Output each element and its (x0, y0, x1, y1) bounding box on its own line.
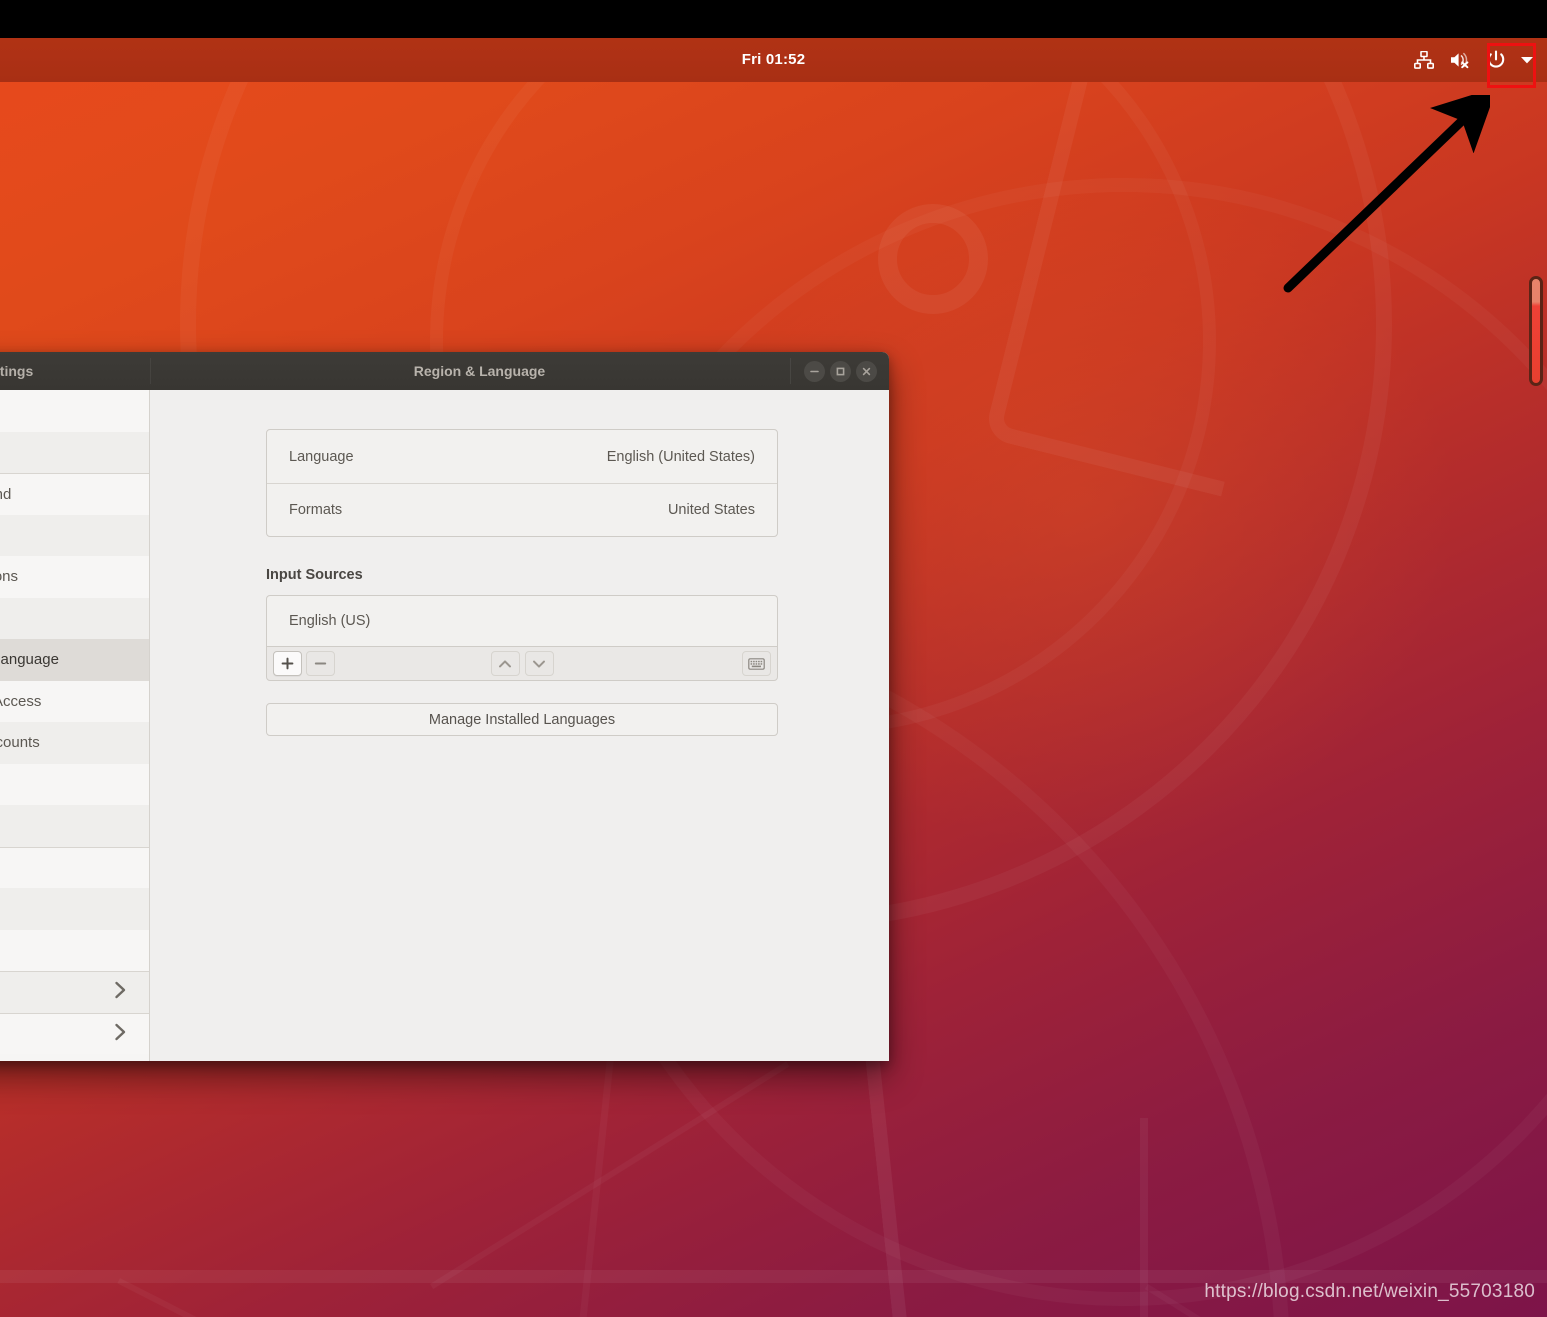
formats-label: Formats (289, 502, 343, 518)
watermark: https://blog.csdn.net/weixin_55703180 (1204, 1281, 1535, 1302)
power-menu-highlight (1487, 43, 1536, 88)
manage-installed-languages-button[interactable]: Manage Installed Languages (266, 703, 778, 736)
settings-sidebar: th ound ations & Language al Access Acco… (0, 390, 150, 1061)
language-value: English (United States) (606, 448, 755, 465)
input-source-label: English (US) (289, 613, 371, 629)
chevron-right-icon (114, 981, 127, 1003)
input-source-list-item[interactable]: English (US) (266, 595, 778, 646)
volume-muted-icon[interactable] (1445, 45, 1475, 75)
chevron-right-icon (114, 1023, 127, 1045)
sidebar-item-label: ations (0, 568, 19, 586)
wallpaper-line (430, 1061, 790, 1290)
sidebar-item-region-and-language[interactable]: & Language (0, 639, 149, 681)
sidebar-item-9[interactable] (0, 763, 149, 805)
keyboard-shortcuts-group (742, 651, 771, 676)
input-source-reorder-group (267, 651, 777, 676)
wallpaper-line (1140, 1118, 1148, 1317)
move-up-button[interactable] (490, 651, 520, 676)
sidebar-item-label: al Access (0, 692, 42, 710)
input-sources-toolbar (266, 646, 778, 681)
top-panel: Fri 01:52 (0, 38, 1547, 82)
input-sources-title: Input Sources (266, 567, 363, 583)
sidebar-item-notifications[interactable]: ations (0, 556, 149, 598)
sidebar-item-label: & Language (0, 651, 59, 669)
sidebar-item-bluetooth[interactable]: th (0, 431, 149, 473)
sidebar-item-12[interactable] (0, 888, 149, 930)
wallpaper-line (117, 1278, 548, 1317)
sidebar-item-network[interactable]: k (0, 929, 149, 971)
wallpaper-corner (862, 1002, 1212, 1317)
sidebar-item-background[interactable]: ound (0, 473, 149, 515)
language-row[interactable]: Language English (United States) (267, 430, 777, 483)
sidebar-item-15[interactable] (0, 1012, 149, 1054)
window-buttons-separator (790, 358, 791, 384)
sidebar-item-label: ound (0, 485, 12, 503)
sidebar-item-14[interactable] (0, 971, 149, 1013)
keyboard-icon[interactable] (742, 651, 771, 676)
sidebar-item-11[interactable] (0, 846, 149, 888)
sidebar-item-universal-access[interactable]: al Access (0, 680, 149, 722)
sidebar-item-5[interactable] (0, 597, 149, 639)
sidebar-item-label: Accounts (0, 734, 40, 752)
close-button[interactable] (856, 360, 877, 382)
sidebar-item-users-accounts[interactable]: Accounts (0, 722, 149, 764)
annotation-arrow (1283, 95, 1490, 293)
minimize-button[interactable] (804, 360, 825, 382)
wallpaper-ring (878, 204, 988, 314)
formats-value: United States (667, 502, 755, 518)
network-icon[interactable] (1409, 45, 1439, 75)
settings-content: Language English (United States) Formats… (150, 390, 889, 1061)
sidebar-item-0[interactable] (0, 390, 149, 432)
window-buttons (790, 352, 877, 390)
screen: Fri 01:52 tings Region & Language d ns a… (0, 0, 1547, 1317)
window-title: Region & Language (413, 363, 546, 379)
formats-row[interactable]: Formats United States (267, 483, 777, 536)
region-card: Language English (United States) Formats… (266, 429, 778, 537)
maximize-button[interactable] (830, 360, 851, 382)
sidebar-header-title: Settings (0, 363, 34, 379)
panel-clock[interactable]: Fri 01:52 (0, 38, 1547, 82)
language-label: Language (289, 448, 354, 465)
manage-installed-languages-label: Manage Installed Languages (428, 711, 616, 728)
sidebar-item-3[interactable] (0, 514, 149, 556)
sidebar-item-10[interactable] (0, 805, 149, 847)
settings-window: Settings Region & Language (0, 352, 889, 1061)
window-titlebar[interactable]: Settings Region & Language (0, 352, 889, 391)
desktop-scrollbar[interactable] (1529, 276, 1543, 386)
move-down-button[interactable] (524, 651, 554, 676)
